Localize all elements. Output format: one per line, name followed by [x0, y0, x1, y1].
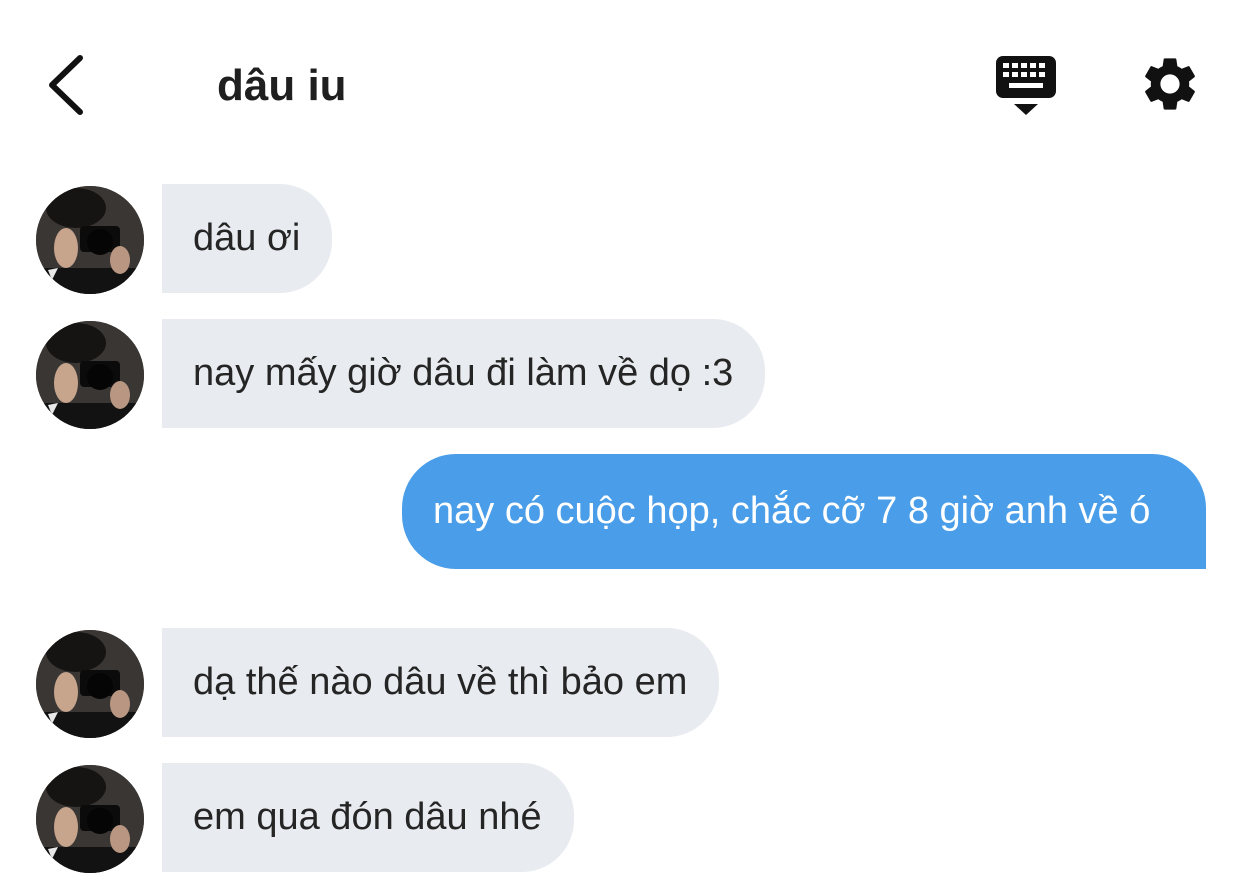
chat-header: dâu iu [0, 0, 1242, 160]
settings-button[interactable] [1138, 52, 1202, 116]
message-text: dâu ơi [193, 217, 301, 259]
avatar-photo [36, 186, 144, 294]
message-bubble-outgoing[interactable]: nay có cuộc họp, chắc cỡ 7 8 giờ anh về … [402, 454, 1206, 569]
avatar[interactable] [36, 321, 144, 429]
chevron-left-icon [49, 55, 83, 115]
message-bubble-incoming[interactable]: em qua đón dâu nhé [162, 763, 574, 872]
keyboard-icon [996, 56, 1056, 115]
avatar[interactable] [36, 630, 144, 738]
message-bubble-incoming[interactable]: dạ thế nào dâu về thì bảo em [162, 628, 720, 737]
avatar-photo [36, 630, 144, 738]
gear-icon [1145, 58, 1195, 110]
back-button[interactable] [40, 50, 100, 120]
message-text: nay mấy giờ dâu đi làm về dọ :3 [193, 352, 734, 394]
message-bubble-incoming[interactable]: nay mấy giờ dâu đi làm về dọ :3 [162, 319, 766, 428]
message-text: dạ thế nào dâu về thì bảo em [193, 661, 688, 703]
keyboard-button[interactable] [993, 52, 1059, 118]
avatar-photo [36, 321, 144, 429]
message-text: em qua đón dâu nhé [193, 796, 542, 838]
chat-title: dâu iu [217, 61, 347, 110]
message-bubble-incoming[interactable]: dâu ơi [162, 184, 333, 293]
message-text: nay có cuộc họp, chắc cỡ 7 8 giờ anh về … [433, 490, 1151, 532]
avatar[interactable] [36, 186, 144, 294]
avatar[interactable] [36, 765, 144, 873]
avatar-photo [36, 765, 144, 873]
